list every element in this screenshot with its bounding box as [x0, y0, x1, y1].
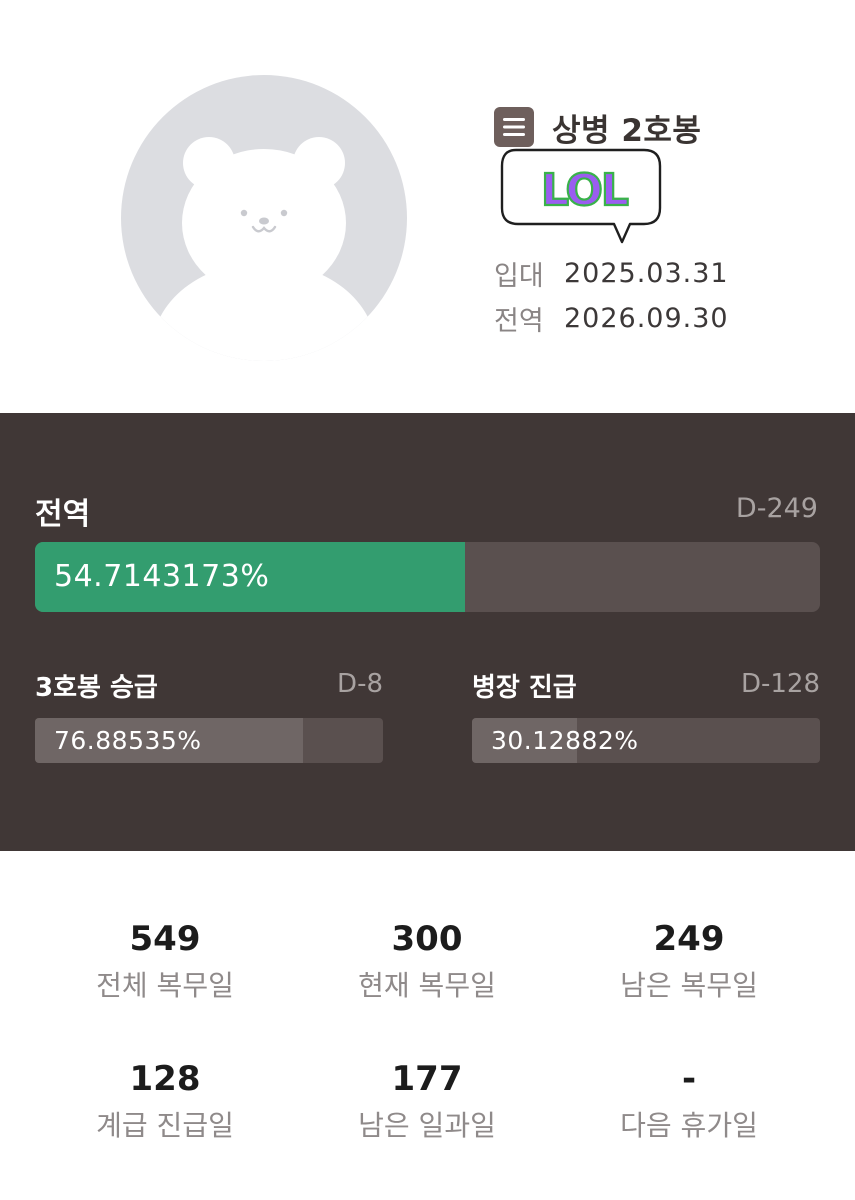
next-step-title: 3호봉 승급: [35, 673, 158, 703]
stat-value: 300: [391, 919, 463, 959]
next-step-progress-percent: 76.88535%: [54, 726, 202, 755]
sticker-text: LOL: [541, 165, 628, 216]
rank-title: 상병 2호봉: [552, 112, 702, 149]
stat-current-service-days: 300 현재 복무일: [287, 916, 567, 1006]
next-step-dday: D-8: [337, 669, 383, 699]
stat-label: 남은 일과일: [358, 1109, 496, 1142]
stat-value: 549: [129, 919, 201, 959]
stat-label: 다음 휴가일: [620, 1109, 758, 1142]
stat-total-service-days: 549 전체 복무일: [25, 916, 305, 1006]
stat-label: 남은 복무일: [620, 969, 758, 1002]
discharge-progress-title: 전역: [35, 497, 91, 532]
rank-row: 상병 2호봉: [494, 106, 702, 149]
discharge-progress-bar: 54.7143173%: [35, 542, 820, 612]
discharge-progress-percent: 54.7143173%: [54, 559, 270, 594]
stat-next-leave-day: - 다음 휴가일: [549, 1056, 829, 1146]
stat-value: 177: [391, 1059, 463, 1099]
enlist-date: 2025.03.31: [564, 257, 729, 289]
stat-label: 전체 복무일: [96, 969, 234, 1002]
promotion-progress-percent: 30.12882%: [491, 726, 639, 755]
stat-value: 249: [653, 919, 725, 959]
bear-avatar-icon: [152, 137, 376, 361]
promotion-dday: D-128: [740, 669, 820, 699]
stat-value: -: [681, 1059, 697, 1099]
progress-panel: 전역 D-249 54.7143173% 3호봉 승급 D-8 76.88535…: [0, 413, 855, 851]
promotion-progress-bar: 30.12882%: [472, 718, 820, 763]
discharge-label: 전역: [494, 305, 544, 337]
stat-label: 계급 진급일: [96, 1109, 234, 1142]
next-step-progress-bar: 76.88535%: [35, 718, 383, 763]
enlist-date-row: 입대 2025.03.31: [494, 253, 729, 293]
stat-remaining-service-days: 249 남은 복무일: [549, 916, 829, 1006]
stat-promotion-days: 128 계급 진급일: [25, 1056, 305, 1146]
stat-value: 128: [129, 1059, 201, 1099]
menu-button[interactable]: [494, 107, 534, 147]
profile-avatar[interactable]: [121, 75, 407, 361]
enlist-label: 입대: [494, 260, 544, 292]
stat-remaining-workdays: 177 남은 일과일: [287, 1056, 567, 1146]
profile-section: 상병 2호봉 LOL 입대 2025.03.31 전역 2026.09.30: [0, 0, 855, 413]
hamburger-icon: [503, 118, 525, 136]
stats-grid: 549 전체 복무일 300 현재 복무일 249 남은 복무일 128 계급 …: [0, 851, 855, 1200]
lol-sticker: LOL: [500, 148, 662, 244]
discharge-date: 2026.09.30: [564, 302, 729, 334]
stat-label: 현재 복무일: [358, 969, 496, 1002]
discharge-date-row: 전역 2026.09.30: [494, 298, 729, 338]
promotion-title: 병장 진급: [472, 673, 577, 703]
discharge-dday: D-249: [735, 493, 818, 524]
